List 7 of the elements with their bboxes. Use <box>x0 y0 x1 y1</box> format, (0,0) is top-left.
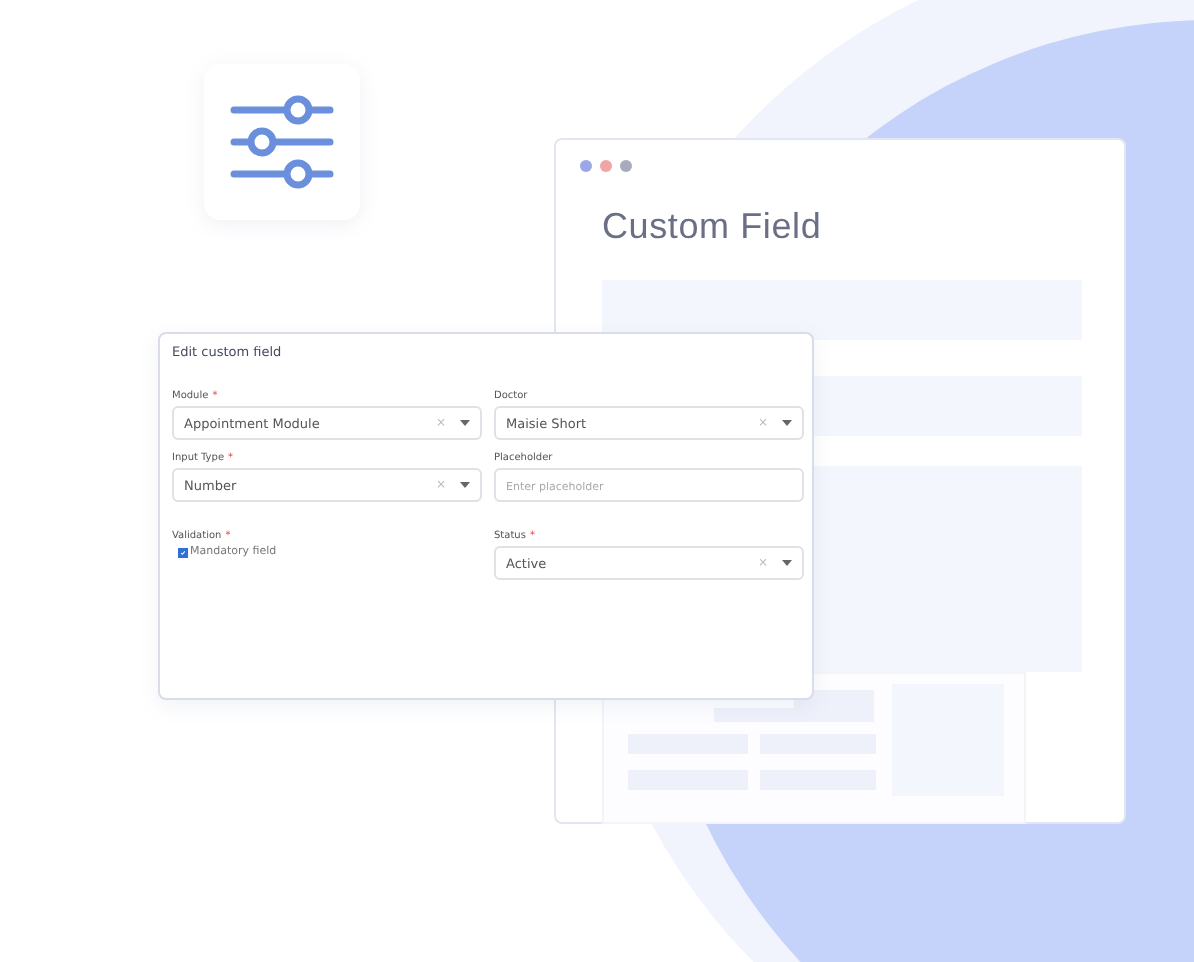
caret-icon <box>460 420 470 426</box>
caret-icon <box>460 482 470 488</box>
window-title: Custom Field <box>602 206 822 248</box>
caret-icon <box>782 560 792 566</box>
sliders-icon <box>228 94 336 190</box>
checkbox[interactable] <box>178 547 188 557</box>
caret-icon <box>782 420 792 426</box>
